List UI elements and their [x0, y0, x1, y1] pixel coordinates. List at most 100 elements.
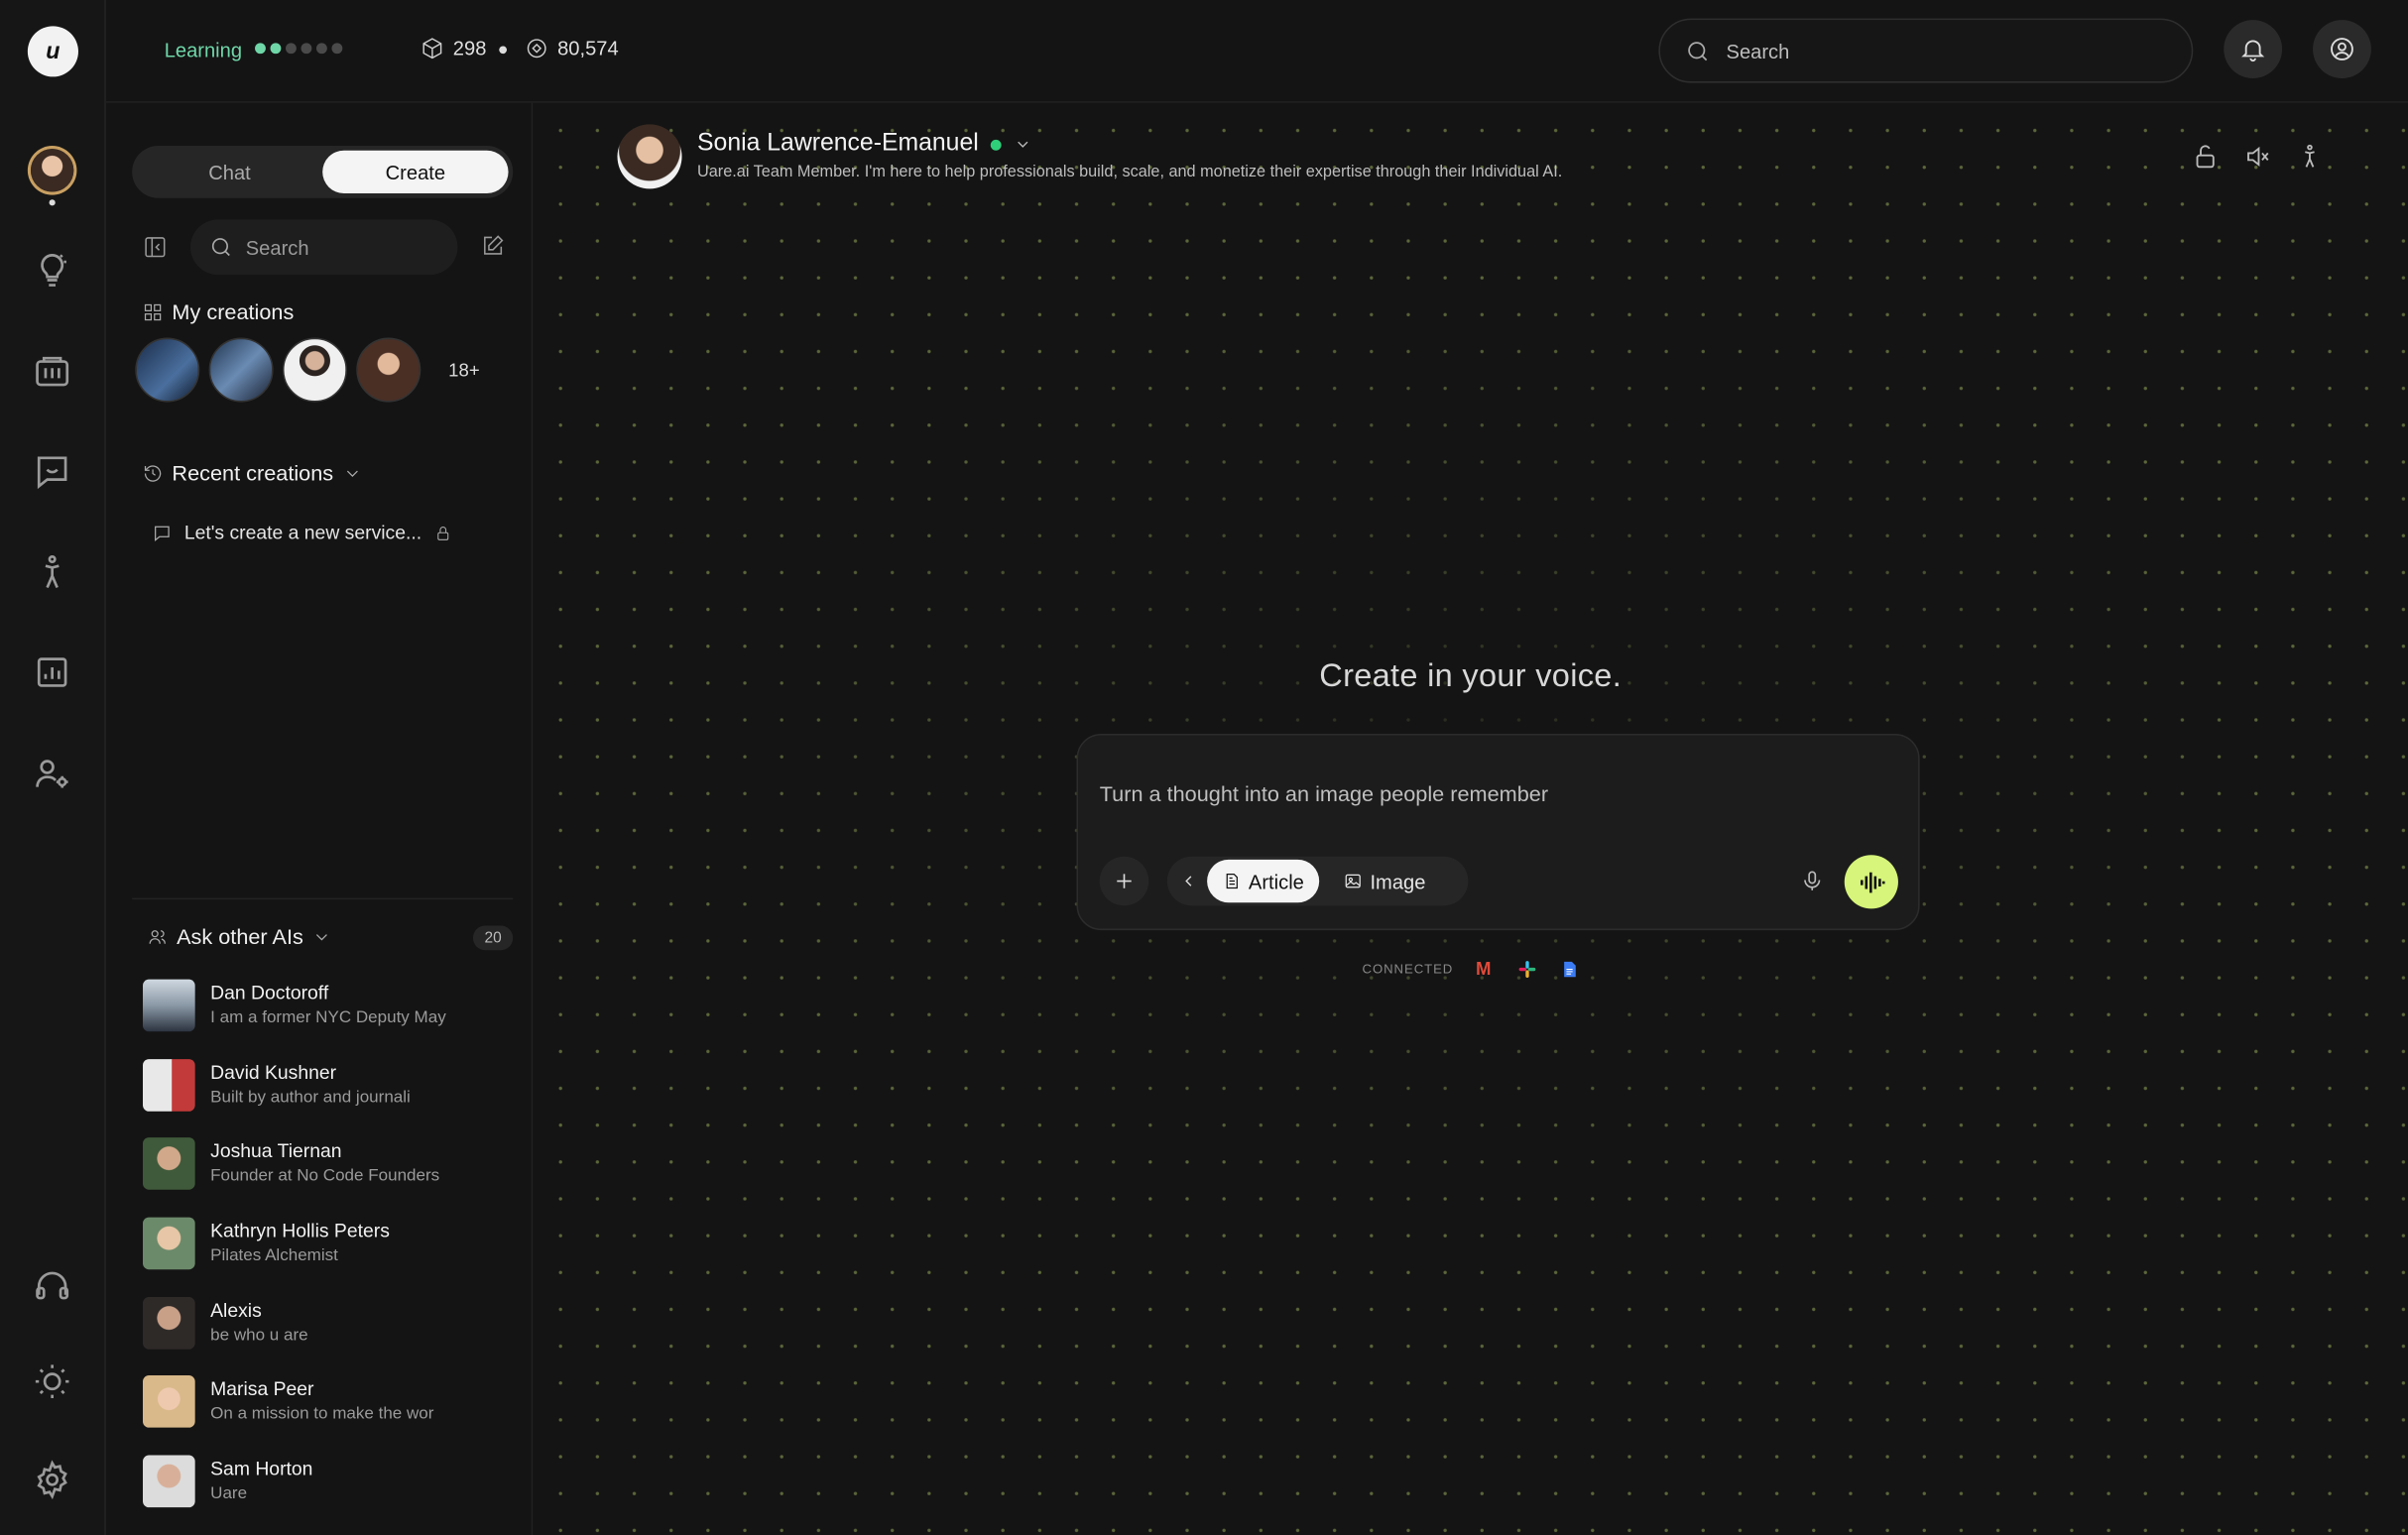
- analytics-icon[interactable]: [31, 650, 73, 693]
- global-search-input[interactable]: Search: [1658, 18, 2194, 83]
- ai-avatar: [143, 1137, 195, 1191]
- creations-more-count[interactable]: 18+: [448, 359, 480, 381]
- online-status-dot: [991, 139, 1002, 150]
- user-circle-icon: [2331, 38, 2353, 60]
- plus-icon: [1117, 874, 1132, 888]
- ai-list-item[interactable]: Dan Doctoroff I am a former NYC Deputy Ma…: [143, 979, 446, 1059]
- ai-name: David Kushner: [210, 1061, 337, 1084]
- ai-profile-avatar[interactable]: [617, 124, 682, 189]
- ai-avatar: [143, 979, 195, 1032]
- chip-image-label: Image: [1370, 869, 1426, 893]
- ai-avatar: [143, 1455, 195, 1508]
- notifications-button[interactable]: [2224, 20, 2283, 78]
- sidebar-search-placeholder: Search: [245, 235, 309, 259]
- app-logo[interactable]: u: [27, 26, 78, 77]
- add-attachment-button[interactable]: [1099, 856, 1149, 906]
- bell-icon: [2241, 40, 2265, 62]
- my-creations-label: My creations: [172, 298, 295, 324]
- ai-list-item[interactable]: Sam Horton Uare: [143, 1455, 446, 1535]
- recent-creations-label: Recent creations: [172, 460, 334, 486]
- progress-dot: [315, 43, 327, 55]
- ai-description: On a mission to make the wor: [210, 1405, 434, 1424]
- creation-thumb[interactable]: [356, 337, 421, 403]
- accessibility-icon[interactable]: [31, 551, 73, 594]
- waveform-icon: [1860, 872, 1884, 892]
- ideas-icon[interactable]: [31, 249, 73, 292]
- slack-icon[interactable]: [1514, 958, 1539, 980]
- account-button[interactable]: [2313, 20, 2371, 78]
- ai-name: Dan Doctoroff: [210, 982, 329, 1004]
- collapse-sidebar-icon[interactable]: [143, 235, 168, 260]
- chevron-left-icon[interactable]: [1179, 872, 1198, 890]
- ai-list: Dan Doctoroff I am a former NYC Deputy Ma…: [143, 979, 446, 1535]
- ai-description: Uare: [210, 1484, 248, 1503]
- voice-mode-button[interactable]: [1844, 855, 1898, 909]
- connected-label: CONNECTED: [1362, 961, 1454, 977]
- ai-list-item[interactable]: Joshua Tiernan Founder at No Code Founder…: [143, 1137, 446, 1218]
- settings-gear-icon[interactable]: [31, 1459, 73, 1501]
- ai-avatar: [143, 1058, 195, 1112]
- history-icon: [144, 464, 162, 481]
- unlock-icon[interactable]: [2192, 143, 2220, 171]
- progress-dot: [286, 43, 297, 55]
- gmail-icon[interactable]: M: [1472, 958, 1497, 980]
- composer-input[interactable]: Turn a thought into an image people reme…: [1100, 781, 1548, 806]
- ai-description: Founder at No Code Founders: [210, 1167, 440, 1186]
- ai-count-badge: 20: [472, 925, 514, 951]
- sidebar: Chat Create Search My creations 18+ Rece…: [105, 102, 534, 1535]
- creation-thumb[interactable]: [208, 337, 274, 403]
- new-creation-icon[interactable]: [481, 233, 506, 258]
- search-icon: [1688, 41, 1708, 60]
- creation-thumb[interactable]: [282, 337, 347, 403]
- stat-one-value: 298: [452, 37, 487, 60]
- tab-create[interactable]: Create: [322, 150, 509, 194]
- accessibility-icon[interactable]: [2296, 143, 2324, 171]
- docs-icon[interactable]: [1558, 958, 1583, 980]
- learning-progress: [255, 43, 343, 55]
- connected-integrations: CONNECTED M: [1363, 958, 1583, 980]
- theme-sun-icon[interactable]: [31, 1360, 73, 1403]
- ai-profile-switcher[interactable]: Sonia Lawrence-Emanuel: [697, 131, 1032, 159]
- learning-label[interactable]: Learning: [165, 39, 242, 61]
- chevron-down-icon: [1018, 141, 1028, 148]
- sidebar-search-input[interactable]: Search: [190, 219, 458, 276]
- ai-list-item[interactable]: Marisa Peer On a mission to make the wor: [143, 1375, 446, 1456]
- global-search-placeholder: Search: [1726, 39, 1790, 62]
- ai-description: Pilates Alchemist: [210, 1246, 338, 1265]
- profile-avatar-icon[interactable]: [30, 149, 74, 192]
- chip-article-label: Article: [1248, 869, 1304, 893]
- ai-name: Alexis: [210, 1299, 262, 1322]
- image-icon: [1345, 874, 1362, 888]
- ai-list-item[interactable]: Alexis be who u are: [143, 1296, 446, 1376]
- main-canvas: Sonia Lawrence-Emanuel Uare.ai Team Memb…: [533, 102, 2408, 1535]
- ai-name: Kathryn Hollis Peters: [210, 1220, 390, 1242]
- microphone-icon[interactable]: [1800, 869, 1825, 893]
- chevron-down-icon: [347, 469, 358, 477]
- ai-name: Joshua Tiernan: [210, 1140, 342, 1163]
- top-bar: Learning 298 80,574 Search: [105, 0, 2408, 103]
- user-settings-icon[interactable]: [31, 753, 73, 795]
- ai-name: Marisa Peer: [210, 1378, 314, 1401]
- chip-image[interactable]: Image: [1329, 860, 1441, 902]
- chevron-down-icon: [316, 933, 328, 940]
- creation-thumb[interactable]: [135, 337, 200, 403]
- chat-smile-icon[interactable]: [31, 450, 73, 493]
- ask-other-ais-title[interactable]: Ask other AIs: [148, 924, 333, 949]
- headphones-icon[interactable]: [31, 1263, 73, 1306]
- stat-two-value: 80,574: [557, 37, 619, 60]
- left-rail: u: [0, 0, 106, 1535]
- ai-list-item[interactable]: David Kushner Built by author and journal…: [143, 1058, 446, 1138]
- chip-article[interactable]: Article: [1207, 859, 1320, 903]
- creations-thumbnails: 18+: [135, 337, 480, 403]
- content-type-selector: Article Image: [1166, 856, 1469, 906]
- mute-icon[interactable]: [2243, 143, 2271, 171]
- lock-icon: [436, 526, 448, 540]
- recent-creation-item[interactable]: Let's create a new service...: [152, 522, 450, 543]
- recent-creations-title[interactable]: Recent creations: [143, 460, 363, 485]
- tab-chat[interactable]: Chat: [137, 151, 322, 193]
- document-icon: [1226, 873, 1238, 889]
- ai-list-item[interactable]: Kathryn Hollis Peters Pilates Alchemist: [143, 1217, 446, 1297]
- progress-dot: [301, 43, 312, 55]
- mode-switch: Chat Create: [132, 146, 514, 198]
- library-icon[interactable]: [31, 350, 73, 393]
